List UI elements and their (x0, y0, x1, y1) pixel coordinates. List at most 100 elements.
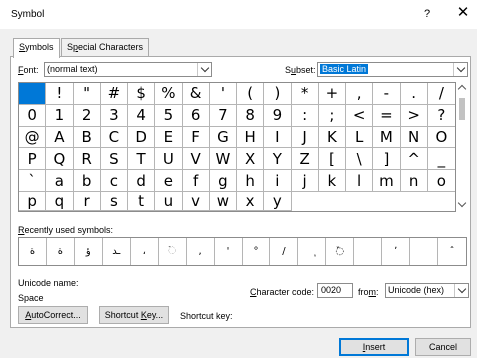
symbol-cell[interactable]: H (237, 126, 265, 149)
symbol-cell[interactable]: \ (346, 148, 374, 171)
symbol-cell[interactable]: Z (291, 148, 319, 171)
recent-symbol-cell[interactable]: ـد (103, 238, 131, 265)
symbol-cell[interactable]: ( (237, 83, 265, 105)
symbol-cell[interactable]: " (73, 83, 101, 105)
symbol-cell[interactable]: a (46, 170, 74, 192)
recent-symbol-cell[interactable]: ◌ٙ (159, 238, 187, 265)
recent-symbol-cell[interactable]: ◌ٚ (326, 238, 355, 265)
symbol-cell[interactable]: + (318, 83, 346, 105)
symbol-cell[interactable]: x (237, 191, 265, 211)
symbol-cell[interactable]: h (237, 170, 265, 192)
symbol-cell[interactable]: c (100, 170, 128, 192)
symbol-cell[interactable]: p (19, 191, 47, 211)
symbol-cell[interactable]: [ (318, 148, 346, 171)
recent-symbol-cell[interactable]: ، (131, 238, 159, 265)
symbol-cell[interactable]: O (427, 127, 455, 149)
symbol-cell[interactable]: 4 (128, 104, 156, 127)
scroll-thumb[interactable] (459, 98, 465, 120)
symbol-cell[interactable]: Y (264, 148, 292, 171)
symbol-cell[interactable]: K (318, 126, 346, 149)
scroll-up-icon[interactable] (457, 84, 467, 94)
symbol-cell[interactable]: U (155, 148, 183, 171)
symbol-cell[interactable]: - (373, 83, 401, 105)
symbol-cell[interactable]: L (346, 126, 374, 149)
symbol-cell[interactable]: ' (209, 83, 237, 105)
symbol-cell[interactable]: P (19, 148, 47, 171)
symbol-cell[interactable]: : (291, 104, 319, 127)
symbol-cell[interactable]: l (346, 170, 374, 192)
symbol-cell[interactable]: > (400, 104, 428, 127)
symbol-cell[interactable]: < (346, 104, 374, 127)
symbol-cell[interactable]: W (209, 148, 237, 171)
symbol-cell[interactable]: w (209, 191, 237, 211)
symbol-cell[interactable]: 5 (155, 104, 183, 127)
symbol-cell[interactable]: _ (427, 148, 455, 171)
symbol-cell[interactable]: u (155, 191, 183, 211)
symbol-cell[interactable]: T (128, 148, 156, 171)
recent-symbol-cell[interactable]: / (270, 238, 299, 265)
symbol-cell[interactable]: . (400, 83, 428, 105)
help-button[interactable]: ? (420, 8, 434, 20)
symbol-cell[interactable]: f (182, 170, 210, 192)
insert-button[interactable]: Insert (339, 338, 409, 356)
recent-symbol-cell[interactable]: , (187, 238, 215, 265)
symbol-cell[interactable]: 6 (182, 104, 210, 127)
character-code-input[interactable]: 0020 (317, 283, 353, 298)
symbol-cell[interactable]: q (46, 191, 74, 211)
tab-special-characters[interactable]: Special Characters (61, 38, 150, 57)
symbol-cell[interactable]: d (128, 170, 156, 192)
recent-symbol-cell[interactable]: ؤ (75, 238, 103, 265)
symbol-cell[interactable]: R (73, 148, 101, 171)
symbol-cell[interactable]: ? (427, 105, 455, 127)
symbol-cell[interactable]: E (155, 126, 183, 149)
shortcut-key-button[interactable]: Shortcut Key... (99, 306, 169, 324)
symbol-cell[interactable]: X (237, 148, 265, 171)
symbol-cell[interactable]: v (182, 191, 210, 211)
subset-dropdown[interactable]: Basic Latin (317, 62, 468, 77)
symbol-cell[interactable]: B (73, 126, 101, 149)
recent-symbol-cell[interactable]: ' (215, 238, 243, 265)
symbol-cell[interactable]: % (155, 83, 183, 105)
symbol-cell[interactable]: Q (46, 148, 74, 171)
symbol-cell[interactable]: ] (373, 148, 401, 171)
symbol-cell[interactable]: ; (318, 104, 346, 127)
symbol-cell[interactable]: i (264, 170, 292, 192)
symbol-cell[interactable]: 9 (264, 104, 292, 127)
symbol-cell[interactable]: 2 (73, 104, 101, 127)
symbol-cell[interactable]: s (100, 191, 128, 211)
tab-symbols[interactable]: Symbols (13, 38, 60, 58)
symbol-cell[interactable]: e (155, 170, 183, 192)
symbol-cell[interactable]: N (400, 126, 428, 149)
symbol-cell[interactable]: 8 (237, 104, 265, 127)
symbol-cell[interactable]: $ (128, 83, 156, 105)
symbol-cell[interactable]: 7 (209, 104, 237, 127)
symbol-cell[interactable]: ^ (400, 148, 428, 171)
recent-symbol-cell[interactable] (354, 238, 383, 265)
symbol-cell[interactable]: n (400, 170, 428, 192)
symbol-cell[interactable]: ) (264, 83, 292, 105)
symbol-cell[interactable]: b (73, 170, 101, 192)
symbol-cell[interactable]: 0 (19, 104, 47, 127)
symbol-cell[interactable]: o (427, 170, 455, 192)
scroll-down-icon[interactable] (457, 198, 467, 208)
symbol-cell[interactable]: y (264, 191, 292, 211)
symbol-cell[interactable]: F (182, 126, 210, 149)
cancel-button[interactable]: Cancel (415, 338, 471, 356)
symbol-cell[interactable]: # (100, 83, 128, 105)
recent-symbol-cell[interactable]: ٖ (298, 238, 327, 265)
symbol-cell[interactable]: 1 (46, 104, 74, 127)
recent-symbol-cell[interactable] (410, 238, 439, 265)
symbol-cell[interactable]: G (209, 126, 237, 149)
close-icon[interactable]: ✕ (455, 5, 471, 21)
recent-symbol-cell[interactable]: ʼ (382, 238, 411, 265)
recent-symbol-cell[interactable]: ° (243, 238, 271, 265)
symbol-cell[interactable]: M (373, 126, 401, 149)
recent-symbol-cell[interactable]: ة (19, 238, 47, 265)
symbol-cell[interactable]: ` (19, 170, 47, 192)
symbol-cell[interactable]: A (46, 126, 74, 149)
symbol-cell[interactable]: D (128, 126, 156, 149)
symbol-cell[interactable]: g (209, 170, 237, 192)
symbol-cell-selected[interactable] (19, 83, 47, 105)
symbol-cell[interactable]: 3 (100, 104, 128, 127)
symbol-cell[interactable]: r (73, 191, 101, 211)
